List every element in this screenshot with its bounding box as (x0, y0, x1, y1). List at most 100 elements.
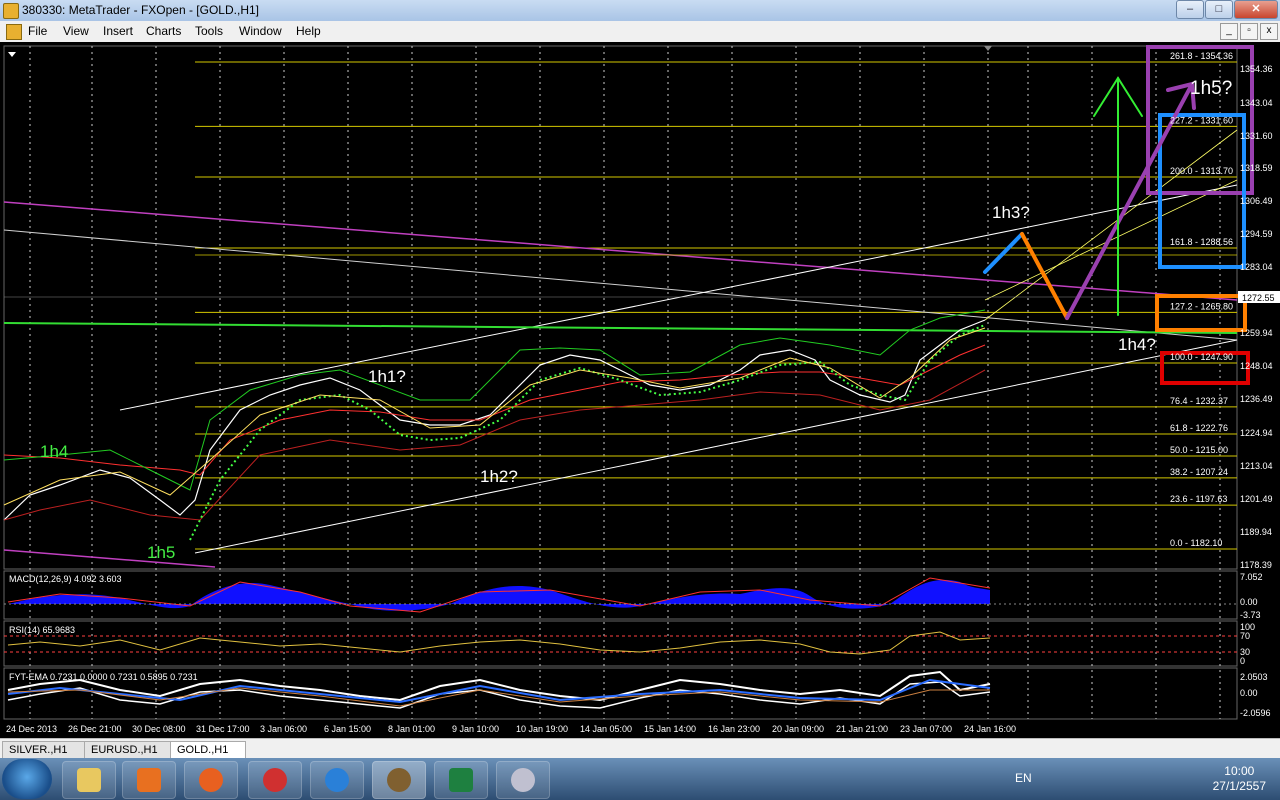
mdi-close-button[interactable]: x (1260, 23, 1278, 40)
fib-level-label: 261.8 - 1354.36 (1170, 51, 1233, 61)
clock-time: 10:00 (1224, 764, 1255, 778)
fib-level-label: 227.2 - 1331.60 (1170, 115, 1233, 125)
taskbar-explorer-icon[interactable] (62, 761, 116, 799)
label-1h2: 1h2? (480, 467, 518, 486)
mdi-minimize-button[interactable]: _ (1220, 23, 1238, 40)
price-tick: 1189.94 (1240, 527, 1272, 537)
taskbar-firefox-icon[interactable] (184, 761, 238, 799)
time-tick: 23 Jan 07:00 (900, 724, 952, 734)
menu-tools[interactable]: Tools (195, 24, 223, 38)
taskbar-metatrader-icon[interactable] (372, 761, 426, 799)
taskbar-excel-icon[interactable] (434, 761, 488, 799)
fib-level-label: 38.2 - 1207.24 (1170, 467, 1228, 477)
current-price-label: 1272.55 (1242, 293, 1275, 303)
macd-tick-top: 7.052 (1240, 572, 1263, 582)
label-1h4-left: 1h4 (40, 442, 68, 461)
menu-window[interactable]: Window (239, 24, 282, 38)
fibonacci-lines (195, 61, 1237, 550)
rsi-tick-0: 0 (1240, 656, 1245, 666)
price-tick: 1224.94 (1240, 428, 1273, 438)
menu-bar: File View Insert Charts Tools Window Hel… (0, 21, 1280, 43)
taskbar-paint-icon[interactable] (496, 761, 550, 799)
app-icon[interactable] (3, 3, 19, 19)
tab-silver[interactable]: SILVER.,H1 (2, 741, 86, 759)
tab-gold[interactable]: GOLD.,H1 (170, 741, 246, 759)
fib-level-label: 200.0 - 1313.70 (1170, 166, 1233, 176)
time-tick: 16 Jan 23:00 (708, 724, 760, 734)
start-button[interactable] (2, 759, 52, 799)
price-tick: 1294.59 (1240, 229, 1273, 239)
menu-charts[interactable]: Charts (146, 24, 181, 38)
mdi-restore-button[interactable]: ▫ (1240, 23, 1258, 40)
price-tick: 1248.04 (1240, 361, 1273, 371)
price-tick: 1306.49 (1240, 196, 1273, 206)
fxt-panel: FYT-EMA 0.7231 0.0000 0.7231 0.5895 0.72… (7, 670, 1271, 718)
vertical-grid (29, 46, 1221, 719)
time-tick: 24 Jan 16:00 (964, 724, 1016, 734)
chart-menu-marker[interactable] (8, 52, 16, 57)
chart-area[interactable]: 1h1? 1h2? 1h3? 1h4? 1h5? 1h4 1h5 261.8 -… (0, 42, 1280, 738)
rsi-tick-70: 70 (1240, 631, 1250, 641)
time-tick: 30 Dec 08:00 (132, 724, 186, 734)
menu-insert[interactable]: Insert (103, 24, 133, 38)
tab-eurusd[interactable]: EURUSD.,H1 (84, 741, 172, 759)
macd-panel: MACD(12,26,9) 4.092 3.603 7.052 0.00 -3.… (4, 572, 1263, 620)
rsi-label: RSI(14) 65.9683 (9, 625, 75, 635)
time-tick: 24 Dec 2013 (6, 724, 57, 734)
chart-window-icon[interactable] (6, 24, 22, 40)
minimize-button[interactable]: – (1176, 0, 1204, 19)
time-tick: 10 Jan 19:00 (516, 724, 568, 734)
time-tick: 9 Jan 10:00 (452, 724, 499, 734)
menu-view[interactable]: View (63, 24, 89, 38)
label-1h1: 1h1? (368, 367, 406, 386)
fxt-tick-bottom: -2.0596 (1240, 708, 1271, 718)
trend-lines (3, 129, 1238, 568)
wave-labels: 1h1? 1h2? 1h3? 1h4? 1h5? 1h4 1h5 (40, 78, 1232, 562)
window-controls: – □ ✕ (1175, 0, 1278, 19)
time-axis: 24 Dec 2013 26 Dec 21:00 30 Dec 08:00 31 De… (6, 724, 1016, 734)
price-tick: 1354.36 (1240, 64, 1273, 74)
time-tick: 8 Jan 01:00 (388, 724, 435, 734)
macd-tick-zero: 0.00 (1240, 597, 1258, 607)
time-tick: 31 Dec 17:00 (196, 724, 250, 734)
label-1h5: 1h5? (1190, 78, 1232, 99)
fib-level-label: 76.4 - 1232.37 (1170, 396, 1228, 406)
rsi-panel: RSI(14) 65.9683 100 70 30 0 (4, 622, 1255, 666)
price-tick: 1331.60 (1240, 131, 1273, 141)
fib-level-label: 100.0 - 1247.90 (1170, 352, 1233, 362)
chart-tab-bar: SILVER.,H1 EURUSD.,H1 GOLD.,H1 (0, 738, 1280, 759)
taskbar-media-player-icon[interactable] (122, 761, 176, 799)
language-indicator[interactable]: EN (1015, 771, 1032, 785)
price-tick: 1259.94 (1240, 328, 1273, 338)
fib-level-label: 23.6 - 1197.63 (1170, 494, 1227, 504)
mdi-controls: _ ▫ x (1218, 23, 1278, 40)
time-tick: 26 Dec 21:00 (68, 724, 122, 734)
taskbar-ie-icon[interactable] (310, 761, 364, 799)
menu-help[interactable]: Help (296, 24, 321, 38)
close-button[interactable]: ✕ (1234, 0, 1278, 19)
window-title: 380330: MetaTrader - FXOpen - [GOLD.,H1] (22, 3, 259, 17)
time-tick: 20 Jan 09:00 (772, 724, 824, 734)
clock[interactable]: 10:00 27/1/2557 (1213, 764, 1266, 794)
price-tick: 1318.59 (1240, 163, 1273, 173)
clock-date: 27/1/2557 (1212, 779, 1266, 793)
time-tick: 6 Jan 15:00 (324, 724, 371, 734)
fxt-tick-zero: 0.00 (1240, 688, 1258, 698)
time-tick: 14 Jan 05:00 (580, 724, 632, 734)
label-1h4: 1h4? (1118, 335, 1156, 354)
fib-level-label: 61.8 - 1222.76 (1170, 423, 1228, 433)
menu-file[interactable]: File (28, 24, 47, 38)
time-tick: 3 Jan 06:00 (260, 724, 307, 734)
maximize-button[interactable]: □ (1205, 0, 1233, 19)
chart-shift-marker[interactable] (984, 46, 992, 51)
fxt-tick-top: 2.0503 (1240, 672, 1268, 682)
chart-canvas[interactable]: 1h1? 1h2? 1h3? 1h4? 1h5? 1h4 1h5 261.8 -… (0, 42, 1280, 738)
fib-level-label: 0.0 - 1182.10 (1170, 538, 1222, 548)
taskbar-chrome-icon[interactable] (248, 761, 302, 799)
macd-tick-bottom: -3.73 (1240, 610, 1261, 620)
fib-level-label: 127.2 - 1265.80 (1170, 301, 1233, 311)
price-tick: 1213.04 (1240, 461, 1273, 471)
price-tick: 1201.49 (1240, 494, 1273, 504)
label-1h3: 1h3? (992, 203, 1030, 222)
price-tick: 1283.04 (1240, 262, 1273, 272)
